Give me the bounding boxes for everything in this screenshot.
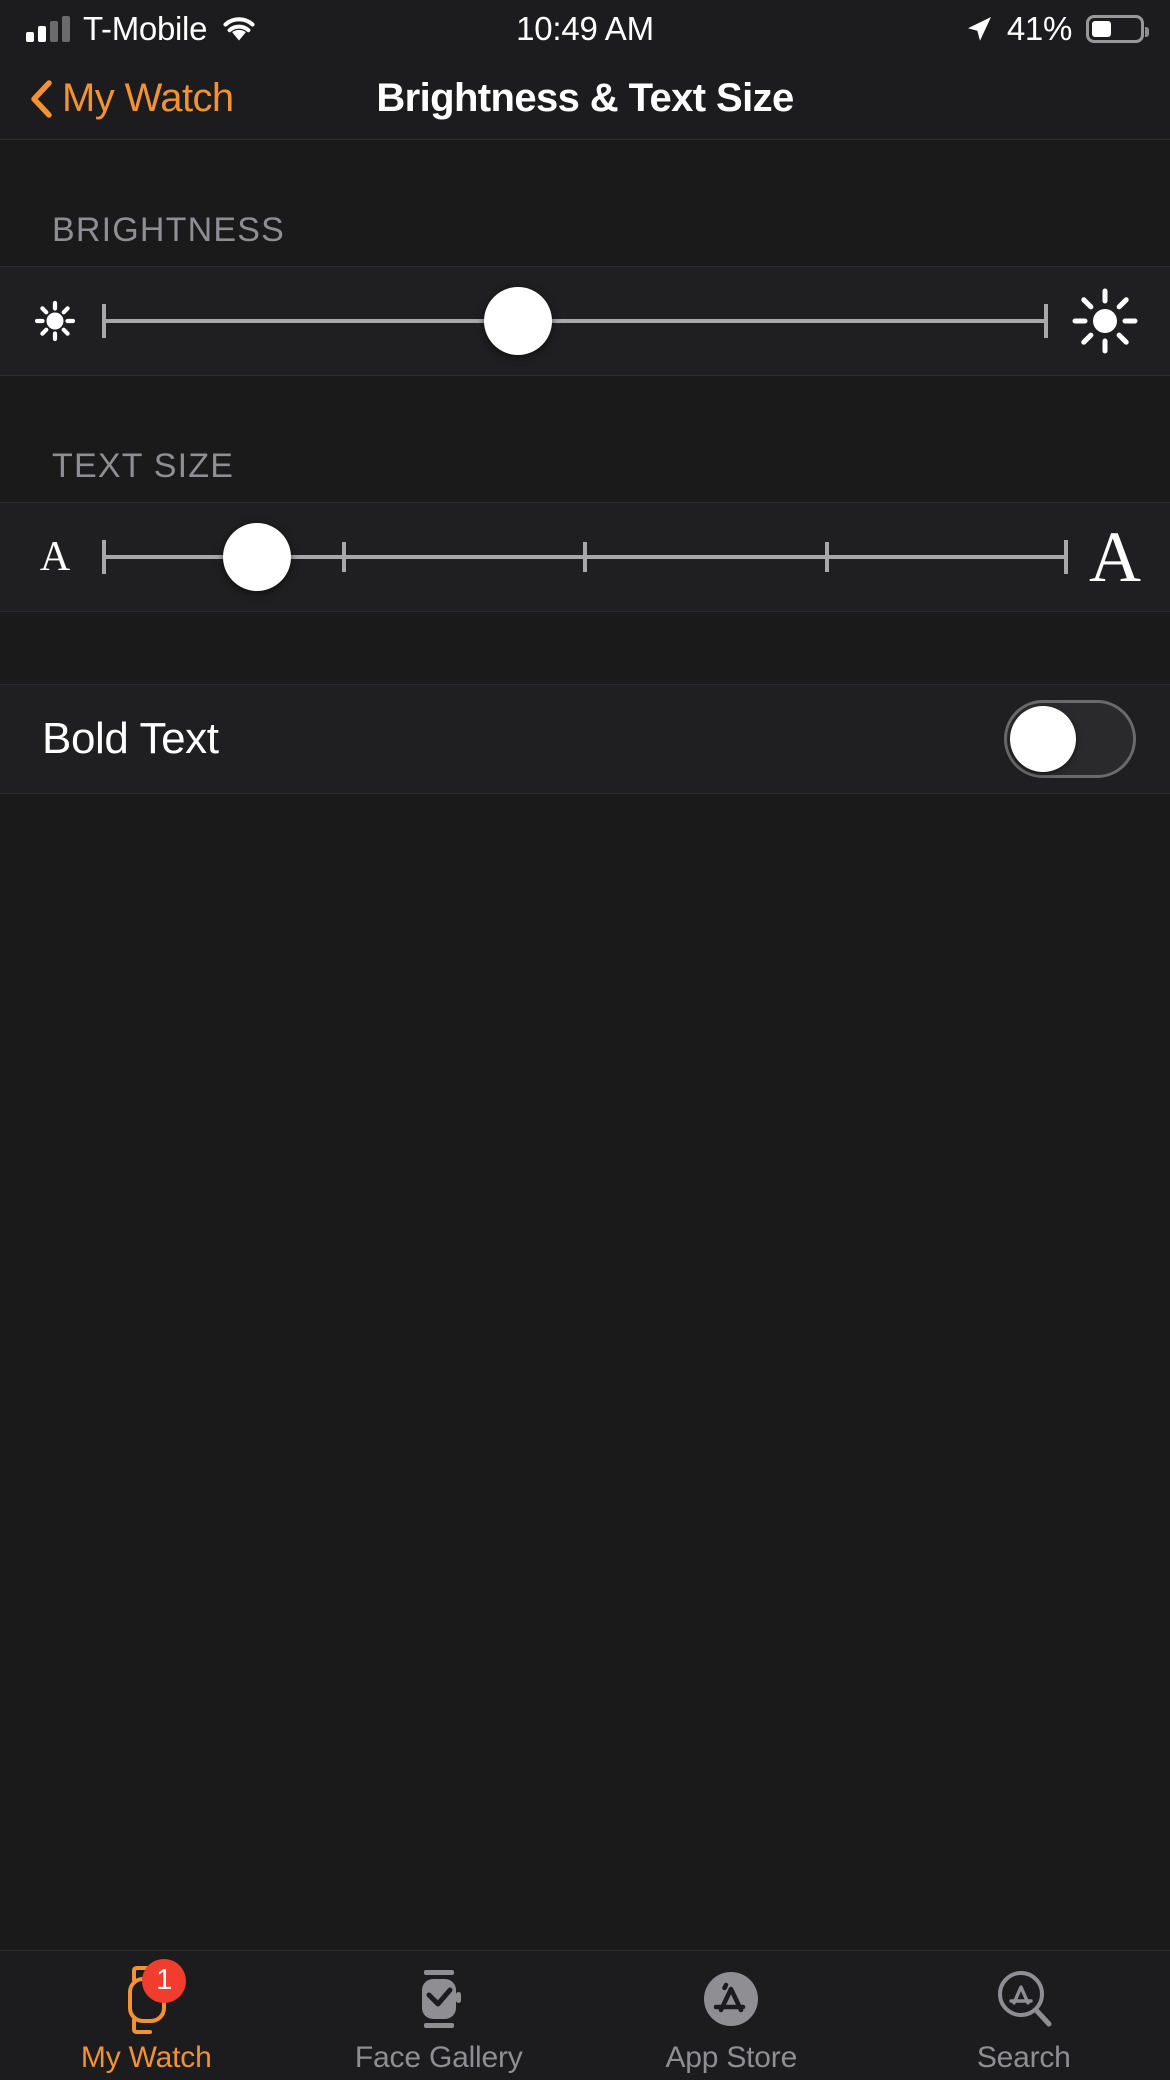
brightness-section-label: BRIGHTNESS bbox=[52, 211, 286, 249]
location-arrow-icon bbox=[965, 15, 993, 43]
status-bar-right: 41% bbox=[965, 10, 1149, 48]
sun-small-icon bbox=[26, 292, 84, 350]
brightness-track-cap-left bbox=[102, 304, 106, 338]
letter-a-large-icon: A bbox=[1089, 516, 1141, 597]
back-button[interactable]: My Watch bbox=[0, 76, 234, 121]
tab-bar: 1 My Watch Face Gallery App Store Search bbox=[0, 1950, 1170, 2080]
navigation-bar: My Watch Brightness & Text Size bbox=[0, 58, 1170, 140]
section-gap bbox=[0, 612, 1170, 684]
text-size-tick bbox=[341, 542, 346, 572]
app-store-search-icon bbox=[988, 1963, 1060, 2035]
watch-app-screen: T-Mobile 10:49 AM 41% My Watch Brightnes… bbox=[0, 0, 1170, 2080]
bold-text-row[interactable]: Bold Text bbox=[0, 684, 1170, 794]
text-size-section-label: TEXT SIZE bbox=[52, 447, 235, 485]
text-size-track-cap-left bbox=[102, 540, 106, 574]
wifi-icon bbox=[220, 15, 258, 43]
tab-my-watch[interactable]: 1 My Watch bbox=[0, 1951, 293, 2080]
text-size-track-cap-right bbox=[1064, 540, 1068, 574]
text-size-slider-thumb[interactable] bbox=[222, 523, 291, 591]
brightness-slider-row bbox=[0, 266, 1170, 376]
bold-text-label: Bold Text bbox=[42, 714, 219, 763]
battery-percent-label: 41% bbox=[1006, 10, 1072, 47]
status-bar: T-Mobile 10:49 AM 41% bbox=[0, 0, 1170, 58]
brightness-slider-thumb[interactable] bbox=[484, 287, 553, 355]
watch-icon: 1 bbox=[110, 1958, 187, 2035]
bold-text-toggle[interactable] bbox=[1004, 700, 1136, 778]
text-size-tick bbox=[583, 542, 587, 572]
status-bar-left: T-Mobile bbox=[26, 10, 258, 48]
text-size-section-header: TEXT SIZE bbox=[0, 376, 1170, 502]
battery-icon bbox=[1086, 15, 1149, 43]
chevron-left-icon bbox=[30, 79, 52, 118]
tab-my-watch-label: My Watch bbox=[80, 2040, 212, 2074]
text-size-slider-row: A A bbox=[0, 502, 1170, 612]
brightness-section-header: BRIGHTNESS bbox=[0, 140, 1170, 266]
tab-face-gallery[interactable]: Face Gallery bbox=[293, 1951, 586, 2080]
tab-face-gallery-label: Face Gallery bbox=[354, 2040, 523, 2074]
tab-search[interactable]: Search bbox=[878, 1951, 1170, 2080]
back-button-label: My Watch bbox=[62, 76, 234, 120]
watch-face-icon bbox=[403, 1963, 475, 2035]
tab-app-store-label: App Store bbox=[665, 2040, 798, 2074]
sun-large-icon bbox=[1066, 282, 1144, 360]
letter-a-small-icon: A bbox=[39, 534, 71, 580]
settings-content: BRIGHTNESS TEXT SIZE A A Bold Text bbox=[0, 140, 1170, 1950]
carrier-label: T-Mobile bbox=[83, 10, 208, 47]
tab-search-label: Search bbox=[976, 2040, 1071, 2074]
brightness-slider[interactable] bbox=[102, 267, 1048, 375]
brightness-track-cap-right bbox=[1044, 304, 1048, 338]
bold-text-toggle-knob bbox=[1010, 706, 1076, 772]
text-size-slider[interactable] bbox=[102, 503, 1068, 611]
my-watch-badge: 1 bbox=[142, 1958, 187, 2003]
app-store-icon bbox=[695, 1963, 767, 2035]
brightness-slider-track bbox=[102, 319, 1048, 323]
clock-label: 10:49 AM bbox=[516, 10, 654, 47]
tab-app-store[interactable]: App Store bbox=[585, 1951, 878, 2080]
cellular-signal-icon bbox=[26, 16, 70, 42]
text-size-tick bbox=[824, 542, 829, 572]
